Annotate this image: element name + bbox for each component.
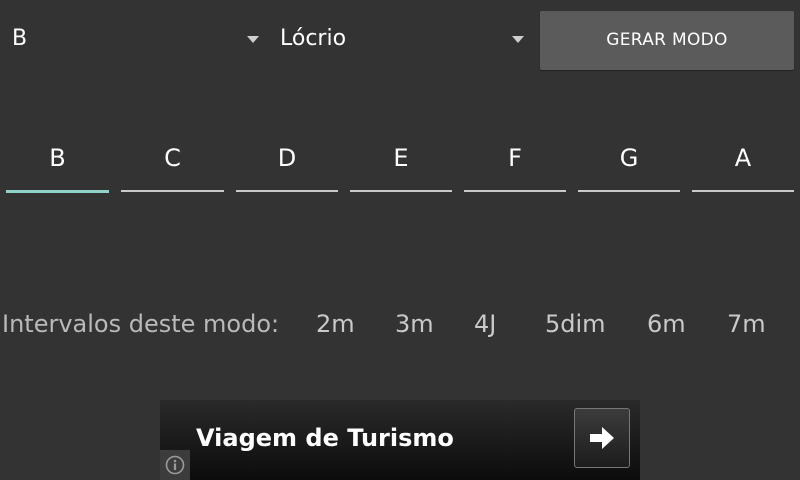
info-icon: [165, 455, 185, 475]
note-dropdown[interactable]: B: [12, 16, 262, 64]
ad-title: Viagem de Turismo: [196, 424, 454, 452]
note-tab-b[interactable]: B: [6, 130, 109, 193]
note-tab-label: D: [277, 144, 297, 172]
mode-generator-screen: B Lócrio GERAR MODO B C D E F G A Interv…: [0, 0, 800, 480]
note-tab-label: A: [734, 144, 752, 172]
note-tab-label: G: [619, 144, 639, 172]
note-tab-a[interactable]: A: [692, 130, 794, 192]
tab-underline: [692, 190, 794, 192]
interval-value: 3m: [395, 310, 434, 338]
generate-mode-button[interactable]: GERAR MODO: [540, 11, 794, 70]
mode-dropdown[interactable]: Lócrio: [280, 16, 526, 64]
tab-underline: [578, 190, 680, 192]
dropdown-arrow-icon: [512, 36, 524, 43]
note-tab-e[interactable]: E: [350, 130, 452, 192]
note-tab-d[interactable]: D: [236, 130, 338, 192]
note-tab-c[interactable]: C: [121, 130, 224, 192]
dropdown-arrow-icon: [247, 36, 259, 43]
arrow-right-icon: [590, 427, 614, 449]
note-tabs: B C D E F G A: [0, 130, 800, 195]
ad-info-button[interactable]: [160, 450, 190, 480]
note-tab-label: F: [508, 144, 522, 172]
interval-value: 6m: [647, 310, 686, 338]
intervals-label: Intervalos deste modo:: [2, 310, 280, 338]
note-tab-label: B: [49, 144, 66, 172]
tab-underline: [464, 190, 566, 192]
tab-underline: [121, 190, 224, 192]
note-dropdown-value: B: [12, 26, 28, 51]
ad-banner[interactable]: Viagem de Turismo: [160, 400, 640, 480]
note-tab-label: E: [393, 144, 409, 172]
selected-underline: [6, 190, 109, 193]
note-tab-g[interactable]: G: [578, 130, 680, 192]
mode-dropdown-value: Lócrio: [280, 26, 347, 51]
note-tab-label: C: [164, 144, 181, 172]
tab-underline: [236, 190, 338, 192]
ad-open-button[interactable]: [574, 408, 630, 468]
interval-value: 4J: [474, 310, 497, 338]
interval-value: 7m: [727, 310, 766, 338]
note-tab-f[interactable]: F: [464, 130, 566, 192]
intervals-row: Intervalos deste modo: 2m 3m 4J 5dim 6m …: [0, 310, 800, 346]
interval-value: 2m: [316, 310, 355, 338]
tab-underline: [350, 190, 452, 192]
interval-value: 5dim: [545, 310, 606, 338]
